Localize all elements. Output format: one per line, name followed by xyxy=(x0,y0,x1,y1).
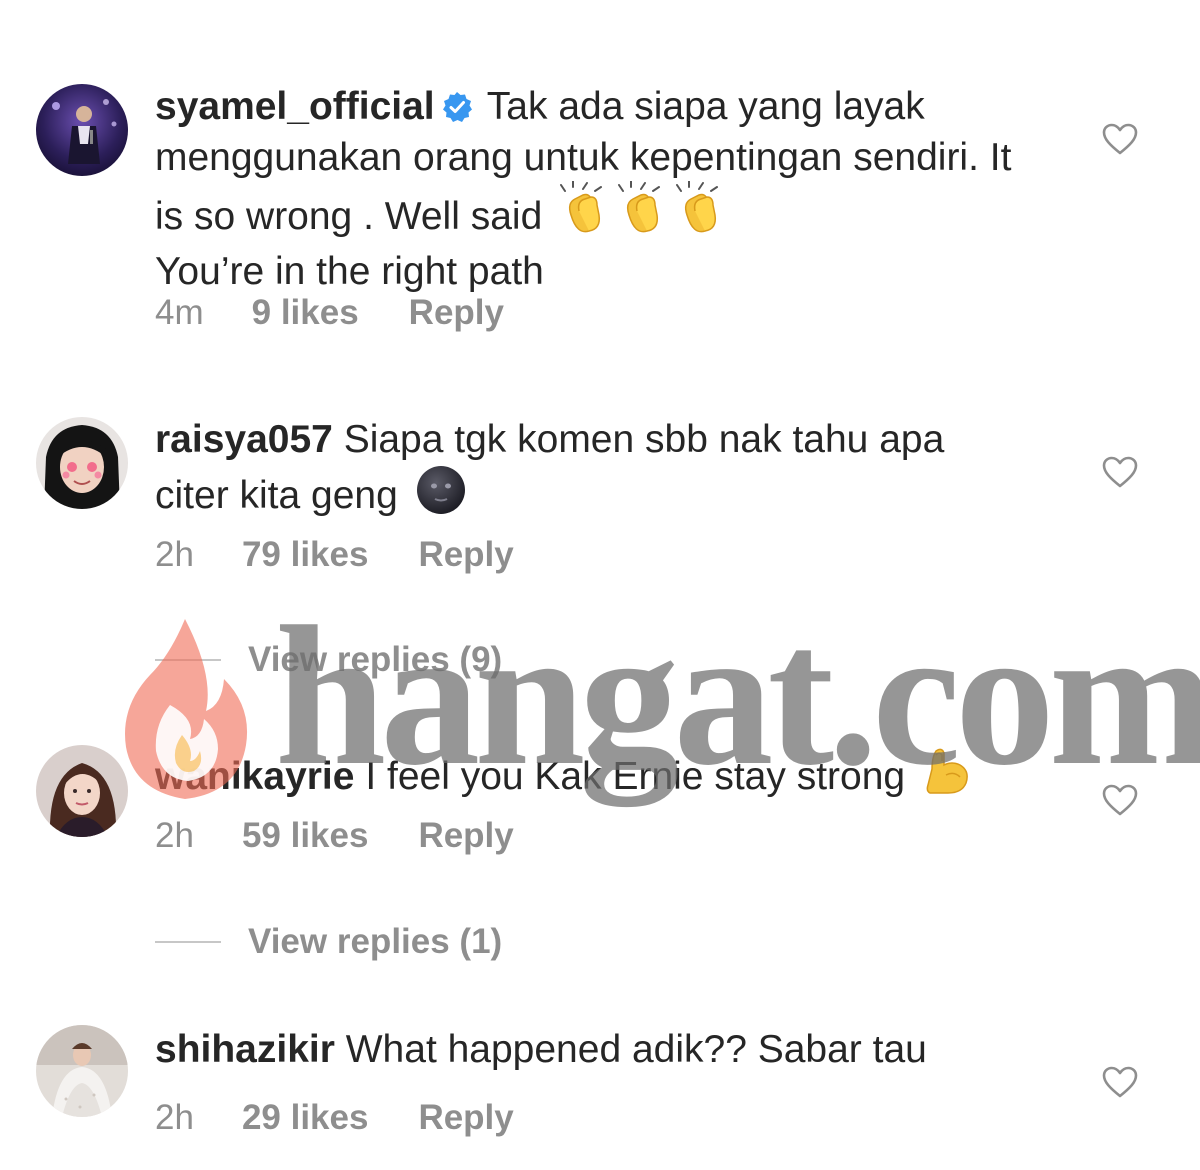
avatar[interactable] xyxy=(36,1025,128,1117)
comment-time: 2h xyxy=(155,1098,194,1137)
reply-button[interactable]: Reply xyxy=(418,1098,513,1138)
comment-likes[interactable]: 29 likes xyxy=(242,1098,369,1138)
comment-text: shihazikir What happened adik?? Sabar ta… xyxy=(155,1027,1015,1074)
heart-icon[interactable] xyxy=(1102,1066,1138,1098)
comment-body: What happened adik?? Sabar tau xyxy=(345,1028,927,1071)
comment-username[interactable]: shihazikir xyxy=(155,1028,335,1071)
comment-meta: 2h 29 likes Reply xyxy=(155,1098,514,1138)
comment-item: shihazikir What happened adik?? Sabar ta… xyxy=(0,0,1200,1170)
